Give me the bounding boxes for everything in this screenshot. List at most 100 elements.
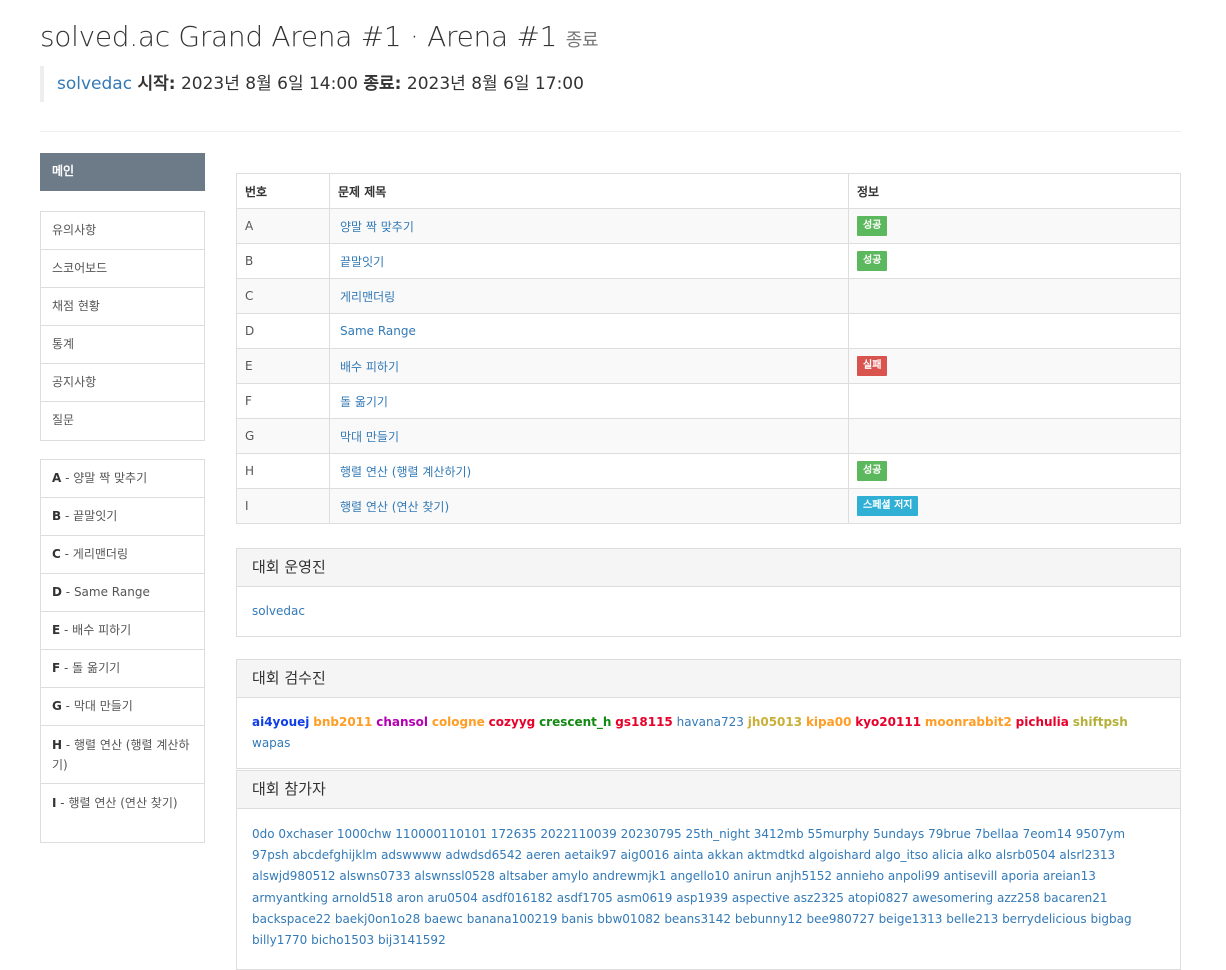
participant-link[interactable]: alko	[967, 848, 992, 862]
participant-link[interactable]: asdf1705	[557, 891, 613, 905]
participant-link[interactable]: bbw01082	[597, 912, 660, 926]
problem-title-link[interactable]: 돌 옮기기	[329, 383, 849, 419]
reviewer-link[interactable]: chansol	[376, 715, 428, 729]
problem-title-link[interactable]: 양말 짝 맞추기	[329, 208, 849, 244]
participant-link[interactable]: atopi0827	[848, 891, 909, 905]
participant-link[interactable]: alswjd980512	[252, 869, 336, 883]
sidebar-item-statistics[interactable]: 통계	[41, 326, 204, 364]
sidebar-main-item[interactable]: 메인	[40, 153, 205, 191]
reviewer-link[interactable]: kyo20111	[855, 715, 921, 729]
sidebar-problem-g[interactable]: G - 막대 만들기	[41, 688, 204, 726]
reviewer-link[interactable]: havana723	[677, 715, 744, 729]
reviewer-link[interactable]: gs18115	[615, 715, 672, 729]
reviewer-link[interactable]: cozyyg	[489, 715, 536, 729]
participant-link[interactable]: aru0504	[427, 891, 477, 905]
participant-link[interactable]: belle213	[946, 912, 998, 926]
reviewer-link[interactable]: pichulia	[1016, 715, 1069, 729]
participant-link[interactable]: 79brue	[928, 827, 971, 841]
participant-link[interactable]: angello10	[670, 869, 729, 883]
owner-link[interactable]: solvedac	[57, 74, 132, 94]
participant-link[interactable]: aron	[397, 891, 424, 905]
participant-link[interactable]: annieho	[836, 869, 884, 883]
problem-title-link[interactable]: 막대 만들기	[329, 418, 849, 454]
participant-link[interactable]: 0xchaser	[278, 827, 333, 841]
participant-link[interactable]: anpoli99	[888, 869, 940, 883]
participant-link[interactable]: 7bellaa	[975, 827, 1019, 841]
participant-link[interactable]: azz258	[997, 891, 1040, 905]
participant-link[interactable]: banana100219	[467, 912, 558, 926]
participant-link[interactable]: asz2325	[793, 891, 843, 905]
organizer-link[interactable]: solvedac	[252, 604, 305, 618]
participant-link[interactable]: aspective	[732, 891, 790, 905]
participant-link[interactable]: aeren	[526, 848, 560, 862]
participant-link[interactable]: areian13	[1043, 869, 1096, 883]
sidebar-problem-f[interactable]: F - 돌 옮기기	[41, 650, 204, 688]
problem-title-link[interactable]: 행렬 연산 (연산 찾기)	[329, 488, 849, 524]
participant-link[interactable]: alicia	[932, 848, 963, 862]
participant-link[interactable]: adwdsd6542	[445, 848, 522, 862]
sidebar-problem-h[interactable]: H - 행렬 연산 (행렬 계산하기)	[41, 726, 204, 784]
reviewer-link[interactable]: moonrabbit2	[925, 715, 1012, 729]
participant-link[interactable]: aporia	[1001, 869, 1039, 883]
participant-link[interactable]: 97psh	[252, 848, 289, 862]
participant-link[interactable]: baekj0on1o28	[335, 912, 420, 926]
sidebar-problem-a[interactable]: A - 양말 짝 맞추기	[41, 460, 204, 498]
participant-link[interactable]: 110000110101	[395, 827, 487, 841]
participant-link[interactable]: amylo	[552, 869, 589, 883]
participant-link[interactable]: 2022110039	[540, 827, 616, 841]
participant-link[interactable]: adswwww	[381, 848, 441, 862]
participant-link[interactable]: banis	[561, 912, 593, 926]
participant-link[interactable]: backspace22	[252, 912, 331, 926]
problem-title-link[interactable]: Same Range	[329, 313, 849, 349]
reviewer-link[interactable]: shiftpsh	[1073, 715, 1128, 729]
participant-link[interactable]: algo_itso	[875, 848, 928, 862]
participant-link[interactable]: 55murphy	[807, 827, 869, 841]
participant-link[interactable]: alswns0733	[339, 869, 410, 883]
participant-link[interactable]: bebunny12	[735, 912, 803, 926]
participant-link[interactable]: 1000chw	[337, 827, 392, 841]
participant-link[interactable]: abcdefghijklm	[293, 848, 378, 862]
participant-link[interactable]: 5undays	[873, 827, 924, 841]
participant-link[interactable]: baewc	[424, 912, 463, 926]
participant-link[interactable]: bigbag	[1090, 912, 1131, 926]
participant-link[interactable]: 7eom14	[1023, 827, 1072, 841]
participant-link[interactable]: 172635	[491, 827, 537, 841]
participant-link[interactable]: 3412mb	[754, 827, 804, 841]
reviewer-link[interactable]: cologne	[432, 715, 485, 729]
participant-link[interactable]: berrydelicious	[1002, 912, 1087, 926]
participant-link[interactable]: ainta	[673, 848, 703, 862]
sidebar-problem-b[interactable]: B - 끝말잇기	[41, 498, 204, 536]
reviewer-link[interactable]: kipa00	[806, 715, 851, 729]
participant-link[interactable]: 0do	[252, 827, 275, 841]
participant-link[interactable]: aktmdtkd	[747, 848, 805, 862]
participant-link[interactable]: 25th_night	[685, 827, 749, 841]
reviewer-link[interactable]: crescent_h	[539, 715, 611, 729]
sidebar-problem-c[interactable]: C - 게리맨더링	[41, 536, 204, 574]
participant-link[interactable]: alsrl2313	[1059, 848, 1115, 862]
participant-link[interactable]: bij3141592	[378, 933, 446, 947]
reviewer-link[interactable]: ai4youej	[252, 715, 309, 729]
participant-link[interactable]: asm0619	[617, 891, 673, 905]
participant-link[interactable]: beige1313	[879, 912, 943, 926]
participant-link[interactable]: algoishard	[809, 848, 872, 862]
problem-title-link[interactable]: 게리맨더링	[329, 278, 849, 314]
sidebar-item-announcements[interactable]: 공지사항	[41, 364, 204, 402]
participant-link[interactable]: bicho1503	[311, 933, 374, 947]
sidebar-item-questions[interactable]: 질문	[41, 402, 204, 440]
participant-link[interactable]: aetaik97	[564, 848, 616, 862]
participant-link[interactable]: anirun	[733, 869, 771, 883]
participant-link[interactable]: billy1770	[252, 933, 307, 947]
participant-link[interactable]: aig0016	[620, 848, 669, 862]
sidebar-item-notice[interactable]: 유의사항	[41, 212, 204, 250]
sidebar-item-status[interactable]: 채점 현황	[41, 288, 204, 326]
sidebar-problem-d[interactable]: D - Same Range	[41, 574, 204, 612]
participant-link[interactable]: arnold518	[332, 891, 393, 905]
reviewer-link[interactable]: bnb2011	[313, 715, 372, 729]
participant-link[interactable]: akkan	[707, 848, 743, 862]
participant-link[interactable]: bacaren21	[1044, 891, 1108, 905]
participant-link[interactable]: bee980727	[807, 912, 875, 926]
participant-link[interactable]: awesomering	[912, 891, 993, 905]
participant-link[interactable]: anjh5152	[776, 869, 832, 883]
participant-link[interactable]: asdf016182	[482, 891, 553, 905]
participant-link[interactable]: 20230795	[621, 827, 682, 841]
